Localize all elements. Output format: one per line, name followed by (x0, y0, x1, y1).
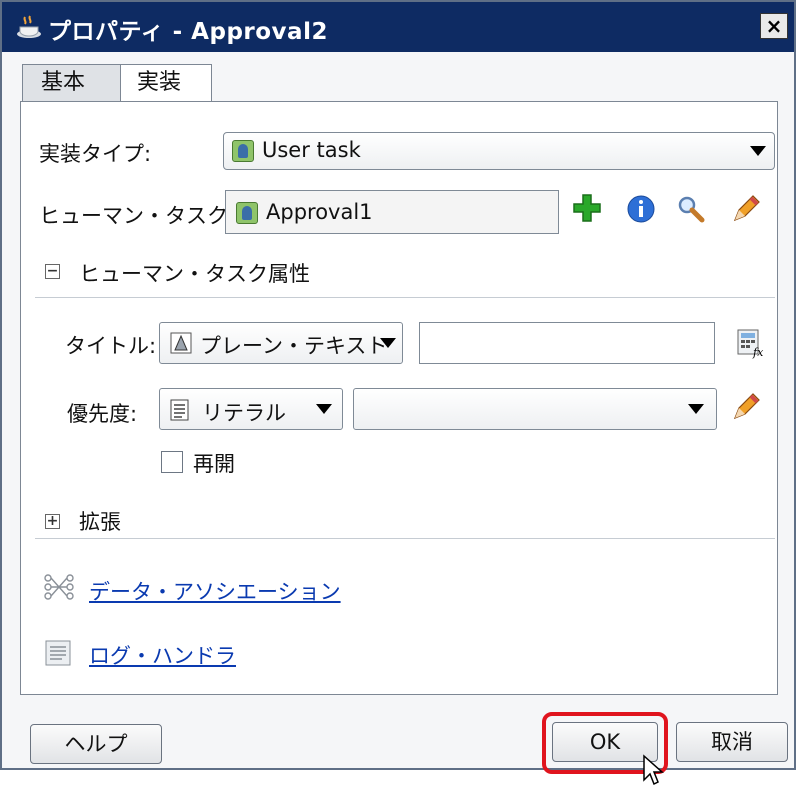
search-icon[interactable] (676, 194, 706, 224)
title-bar: プロパティ - Approval2 × (2, 2, 794, 52)
cancel-button[interactable]: 取消 (676, 722, 788, 762)
expression-builder-icon[interactable]: fx (736, 328, 766, 359)
tab-implementation[interactable]: 実装 (120, 64, 212, 102)
chevron-down-icon (688, 404, 704, 414)
tab-basic[interactable]: 基本 (22, 64, 122, 102)
edit-icon[interactable] (729, 390, 763, 424)
properties-dialog: プロパティ - Approval2 × 基本 実装 実装タイプ: User ta… (0, 0, 796, 786)
priority-label: 優先度: (67, 402, 138, 426)
human-task-field[interactable]: Approval1 (225, 190, 559, 234)
title-mode-select[interactable]: プレーン・テキスト (159, 322, 403, 364)
data-association-link[interactable]: データ・アソシエーション (89, 576, 341, 606)
log-handler-link[interactable]: ログ・ハンドラ (89, 640, 236, 670)
impl-type-value: User task (262, 138, 361, 162)
title-mode-value: プレーン・テキスト (200, 334, 388, 358)
collapse-toggle[interactable]: − (45, 264, 60, 279)
edit-icon[interactable] (729, 192, 763, 226)
impl-type-select[interactable]: User task (223, 132, 775, 170)
human-task-value: Approval1 (266, 200, 373, 224)
chevron-down-icon (380, 338, 396, 348)
user-task-icon (232, 140, 254, 162)
info-icon[interactable] (626, 194, 656, 224)
human-task-icon (236, 202, 258, 224)
priority-mode-select[interactable]: リテラル (159, 388, 343, 430)
title-input[interactable] (419, 322, 715, 364)
add-icon[interactable] (571, 192, 603, 224)
human-task-attributes-header: ヒューマン・タスク属性 (79, 262, 310, 286)
help-button[interactable]: ヘルプ (30, 724, 162, 764)
close-icon: × (765, 14, 783, 38)
chevron-down-icon (750, 146, 766, 156)
expand-toggle[interactable]: + (45, 514, 60, 529)
reopen-checkbox[interactable] (161, 451, 183, 473)
priority-value-select[interactable] (353, 388, 717, 430)
close-button[interactable]: × (760, 13, 788, 39)
chevron-down-icon (316, 404, 332, 414)
log-handler-icon (45, 640, 71, 666)
coffee-cup-icon (17, 15, 41, 38)
extensions-header: 拡張 (79, 510, 121, 534)
implementation-panel: 実装タイプ: User task ヒューマン・タスク: Approval1 − … (20, 101, 778, 695)
text-mode-icon (170, 332, 192, 354)
section-divider (35, 538, 775, 539)
svg-text:fx: fx (752, 346, 764, 359)
title-label: タイトル: (65, 334, 157, 358)
literal-mode-icon (170, 399, 189, 421)
reopen-label: 再開 (193, 452, 235, 476)
mouse-cursor-icon (643, 754, 664, 786)
human-task-label: ヒューマン・タスク: (39, 204, 236, 228)
section-divider (35, 297, 775, 298)
priority-mode-value: リテラル (202, 401, 286, 425)
data-association-icon (44, 574, 74, 600)
impl-type-label: 実装タイプ: (39, 142, 152, 166)
window-title: プロパティ - Approval2 (48, 19, 328, 45)
